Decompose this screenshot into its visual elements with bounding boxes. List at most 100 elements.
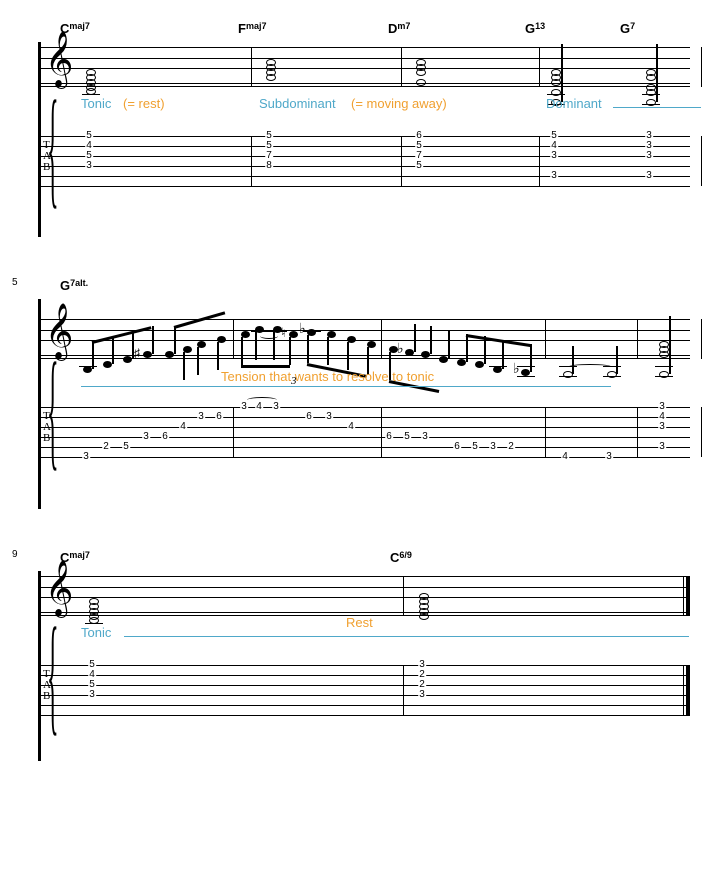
treble-staff-1: 𝄞 xyxy=(41,42,690,92)
tab-fret: 5 xyxy=(471,442,479,452)
tab-fret: 3 xyxy=(658,422,666,432)
tab-fret: 3 xyxy=(272,402,280,412)
system-2: 5 G7alt. { 𝄞 3 Tension that wants to res… xyxy=(20,277,690,509)
annot-moving: (= moving away) xyxy=(351,96,447,111)
note xyxy=(421,351,430,358)
barline xyxy=(701,47,702,87)
tab-fret: 3 xyxy=(658,442,666,452)
tab-fret: 6 xyxy=(161,432,169,442)
chord-row-3: Cmaj7 C6/9 xyxy=(60,549,690,567)
endbar-icon xyxy=(683,576,690,616)
tab-fret: 2 xyxy=(507,442,515,452)
treble-clef-icon: 𝄞 xyxy=(45,308,73,356)
tab-fret: 6 xyxy=(305,412,313,422)
tab-fret: 3 xyxy=(240,402,248,412)
barline xyxy=(403,576,404,616)
tab-label-icon: TAB xyxy=(43,669,50,702)
annot-tonic-2: Tonic xyxy=(81,625,111,640)
note xyxy=(143,351,152,358)
note xyxy=(439,356,448,363)
barline xyxy=(403,665,404,715)
barline xyxy=(381,319,382,359)
barline xyxy=(251,136,252,186)
tab-fret: 3 xyxy=(197,412,205,422)
barline xyxy=(233,319,234,359)
tab-label-icon: TAB xyxy=(43,140,50,173)
chord-g7alt: G7alt. xyxy=(60,277,88,293)
system-3: 9 Cmaj7 C6/9 { 𝄞 Tonic Rest TAB 54533223 xyxy=(20,549,690,761)
annot-tonic: Tonic xyxy=(81,96,111,111)
barline xyxy=(539,136,540,186)
tab-fret: 6 xyxy=(215,412,223,422)
chord-dm7: Dm7 xyxy=(388,20,410,36)
tab-fret: 6 xyxy=(385,432,393,442)
staff-wrap-3: { 𝄞 Tonic Rest TAB 54533223 xyxy=(38,571,690,761)
note xyxy=(475,361,484,368)
treble-staff-3: 𝄞 xyxy=(41,571,690,621)
annot-rest: (= rest) xyxy=(123,96,165,111)
tab-fret: 3 xyxy=(418,690,426,700)
chord-g13: G13 xyxy=(525,20,545,36)
tab-staff-3: TAB 54533223 xyxy=(41,665,690,715)
barline xyxy=(637,319,638,359)
tab-fret: 3 xyxy=(550,171,558,181)
underline-icon xyxy=(124,635,689,637)
note xyxy=(123,356,132,363)
barline xyxy=(701,136,702,186)
barline xyxy=(401,47,402,87)
note xyxy=(405,349,414,356)
tab-fret: 4 xyxy=(179,422,187,432)
note xyxy=(457,359,466,366)
tab-fret: 8 xyxy=(265,161,273,171)
note xyxy=(165,351,174,358)
chord-row-1: Cmaj7 Fmaj7 Dm7 G13 G7 xyxy=(60,20,690,38)
tab-staff-2: TAB 325364363436346536532433433 xyxy=(41,407,690,467)
tab-fret: 3 xyxy=(550,151,558,161)
tab-fret: 3 xyxy=(85,161,93,171)
chord-g7: G7 xyxy=(620,20,635,36)
staff-wrap-1: { 𝄞 Tonic (= rest) Subdominant (= moving… xyxy=(38,42,690,237)
tab-fret: 3 xyxy=(645,171,653,181)
tab-fret: 4 xyxy=(561,452,569,462)
tab-fret: 2 xyxy=(102,442,110,452)
tab-fret: 3 xyxy=(88,690,96,700)
barline xyxy=(637,407,638,457)
tab-fret: 3 xyxy=(325,412,333,422)
endbar-icon xyxy=(683,665,690,715)
chord-row-2: G7alt. xyxy=(60,277,690,295)
annot-dominant: Dominant xyxy=(546,96,602,111)
treble-clef-icon: 𝄞 xyxy=(45,36,73,84)
tab-fret: 3 xyxy=(645,151,653,161)
tab-fret: 5 xyxy=(122,442,130,452)
tab-fret: 3 xyxy=(142,432,150,442)
barline xyxy=(381,407,382,457)
barline xyxy=(233,407,234,457)
barline xyxy=(545,407,546,457)
underline-icon xyxy=(613,106,701,108)
barline xyxy=(401,136,402,186)
note xyxy=(103,361,112,368)
treble-clef-icon: 𝄞 xyxy=(45,565,73,613)
tab-staff-1: TAB 54535578657554333333 xyxy=(41,136,690,186)
chord-fmaj7: Fmaj7 xyxy=(238,20,266,36)
system-1: Cmaj7 Fmaj7 Dm7 G13 G7 { 𝄞 Tonic (= rest… xyxy=(20,20,690,237)
annot-tension: Tension that wants to resolve to tonic xyxy=(221,369,434,384)
measure-number-5: 5 xyxy=(12,277,18,288)
barline xyxy=(539,47,540,87)
tab-fret: 3 xyxy=(489,442,497,452)
tab-fret: 5 xyxy=(403,432,411,442)
tab-fret: 4 xyxy=(255,402,263,412)
tab-fret: 3 xyxy=(421,432,429,442)
chord-c69: C6/9 xyxy=(390,549,412,565)
staff-wrap-2: { 𝄞 3 Tension that wants to resolve to t… xyxy=(38,299,690,509)
tab-fret: 5 xyxy=(415,161,423,171)
barline xyxy=(251,47,252,87)
tab-fret: 3 xyxy=(605,452,613,462)
measure-number-9: 9 xyxy=(12,549,18,560)
barline xyxy=(701,319,702,359)
annot-subdominant: Subdominant xyxy=(259,96,336,111)
tab-fret: 3 xyxy=(82,452,90,462)
barline xyxy=(701,407,702,457)
tab-fret: 4 xyxy=(347,422,355,432)
barline xyxy=(545,319,546,359)
